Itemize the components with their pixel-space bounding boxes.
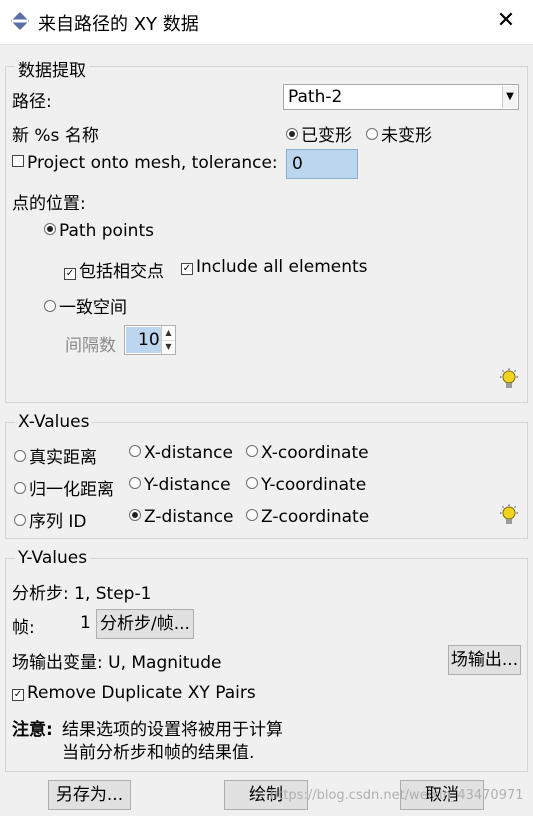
checkbox-icon[interactable] [12,155,24,167]
x-option-true-distance[interactable]: 真实距离 [14,443,97,468]
radio-icon[interactable] [246,477,258,489]
x-option-label: Z-coordinate [261,507,370,527]
radio-icon[interactable] [14,514,26,526]
frame-label: 帧: [12,618,35,638]
radio-icon[interactable] [129,445,141,457]
note-label: 注意: [12,720,53,740]
path-points-radio[interactable]: Path points [44,221,154,241]
radio-icon[interactable] [14,482,26,494]
x-option-x-coordinate[interactable]: X-coordinate [246,443,369,463]
include-intersections-checkbox[interactable]: ✓ 包括相交点 [64,257,164,282]
x-option-z-coordinate[interactable]: Z-coordinate [246,507,369,527]
uniform-spacing-label: 一致空间 [59,298,127,318]
deformed-label: 已变形 [301,126,352,146]
remove-duplicates-checkbox[interactable]: ✓ Remove Duplicate XY Pairs [12,683,256,703]
field-output-button[interactable]: 场输出... [448,645,521,675]
x-option-z-distance[interactable]: Z-distance [129,507,234,527]
checkbox-checked-icon[interactable]: ✓ [64,268,76,280]
x-option-label: Y-distance [144,475,231,495]
new-name-label: 新 %s 名称 [12,126,99,146]
x-option-label: 序列 ID [29,512,87,532]
spinner-arrows: ▲ ▼ [161,326,175,354]
lightbulb-icon[interactable] [498,368,520,392]
path-points-label: Path points [59,221,154,241]
undeformed-label: 未变形 [381,126,432,146]
radio-icon[interactable] [129,477,141,489]
include-all-elements-checkbox[interactable]: ✓ Include all elements [181,257,368,277]
project-mesh-checkbox[interactable]: Project onto mesh, tolerance: [12,153,278,173]
x-option-x-distance[interactable]: X-distance [129,443,233,463]
x-option-normalized-distance[interactable]: 归一化距离 [14,475,114,500]
spin-up-icon[interactable]: ▲ [162,326,175,341]
radio-selected-icon[interactable] [286,128,298,140]
include-all-elements-label: Include all elements [196,257,368,277]
app-icon [11,12,29,30]
note-line-1: 结果选项的设置将被用于计算 [62,720,283,740]
spin-down-icon[interactable]: ▼ [162,340,175,354]
x-option-label: Z-distance [144,507,234,527]
radio-icon[interactable] [246,509,258,521]
frame-value: 1 [80,613,91,633]
radio-icon[interactable] [366,128,378,140]
path-label: 路径: [12,92,52,112]
window-title: 来自路径的 XY 数据 [38,14,199,35]
radio-icon[interactable] [246,445,258,457]
tolerance-value: 0 [292,154,303,174]
x-option-label: X-distance [144,443,233,463]
lightbulb-icon[interactable] [498,504,520,528]
chevron-down-icon[interactable]: ▼ [502,86,517,108]
step-text: 分析步: 1, Step-1 [12,584,152,604]
uniform-spacing-radio[interactable]: 一致空间 [44,293,127,318]
point-location-label: 点的位置: [12,194,86,214]
radio-selected-icon[interactable] [129,509,141,521]
x-values-legend: X-Values [15,412,93,432]
x-option-label: 真实距离 [29,448,97,468]
step-frame-button[interactable]: 分析步/帧... [96,609,194,639]
path-select-value: Path-2 [288,87,343,107]
save-as-button[interactable]: 另存为... [48,780,131,810]
deformed-radio[interactable]: 已变形 [286,121,352,146]
interval-field[interactable]: 10 [126,327,162,353]
interval-spinner[interactable]: 10 ▲ ▼ [124,325,176,355]
radio-selected-icon[interactable] [44,223,56,235]
include-intersections-label: 包括相交点 [79,262,164,282]
interval-label: 间隔数 [65,336,116,356]
y-values-legend: Y-Values [15,548,91,568]
x-option-sequence-id[interactable]: 序列 ID [14,507,87,532]
remove-duplicates-label: Remove Duplicate XY Pairs [27,683,256,703]
watermark-text: https://blog.csdn.net/weixin_43470971 [270,788,524,803]
x-option-y-distance[interactable]: Y-distance [129,475,231,495]
title-bar: 来自路径的 XY 数据 ✕ [0,0,533,45]
field-output-variable-text: 场输出变量: U, Magnitude [12,653,222,673]
x-option-label: X-coordinate [261,443,369,463]
interval-value: 10 [138,330,160,350]
data-extract-legend: 数据提取 [15,56,89,81]
x-option-label: Y-coordinate [261,475,367,495]
radio-icon[interactable] [14,450,26,462]
checkbox-checked-icon[interactable]: ✓ [181,263,193,275]
path-select[interactable]: Path-2 ▼ [283,84,519,110]
x-option-label: 归一化距离 [29,480,114,500]
undeformed-radio[interactable]: 未变形 [366,121,432,146]
project-mesh-label: Project onto mesh, tolerance: [27,153,278,173]
tolerance-input[interactable]: 0 [286,149,358,179]
radio-icon[interactable] [44,300,56,312]
x-option-y-coordinate[interactable]: Y-coordinate [246,475,366,495]
note-line-2: 当前分析步和帧的结果值. [62,743,255,763]
close-icon[interactable]: ✕ [493,8,519,33]
checkbox-checked-icon[interactable]: ✓ [12,689,24,701]
